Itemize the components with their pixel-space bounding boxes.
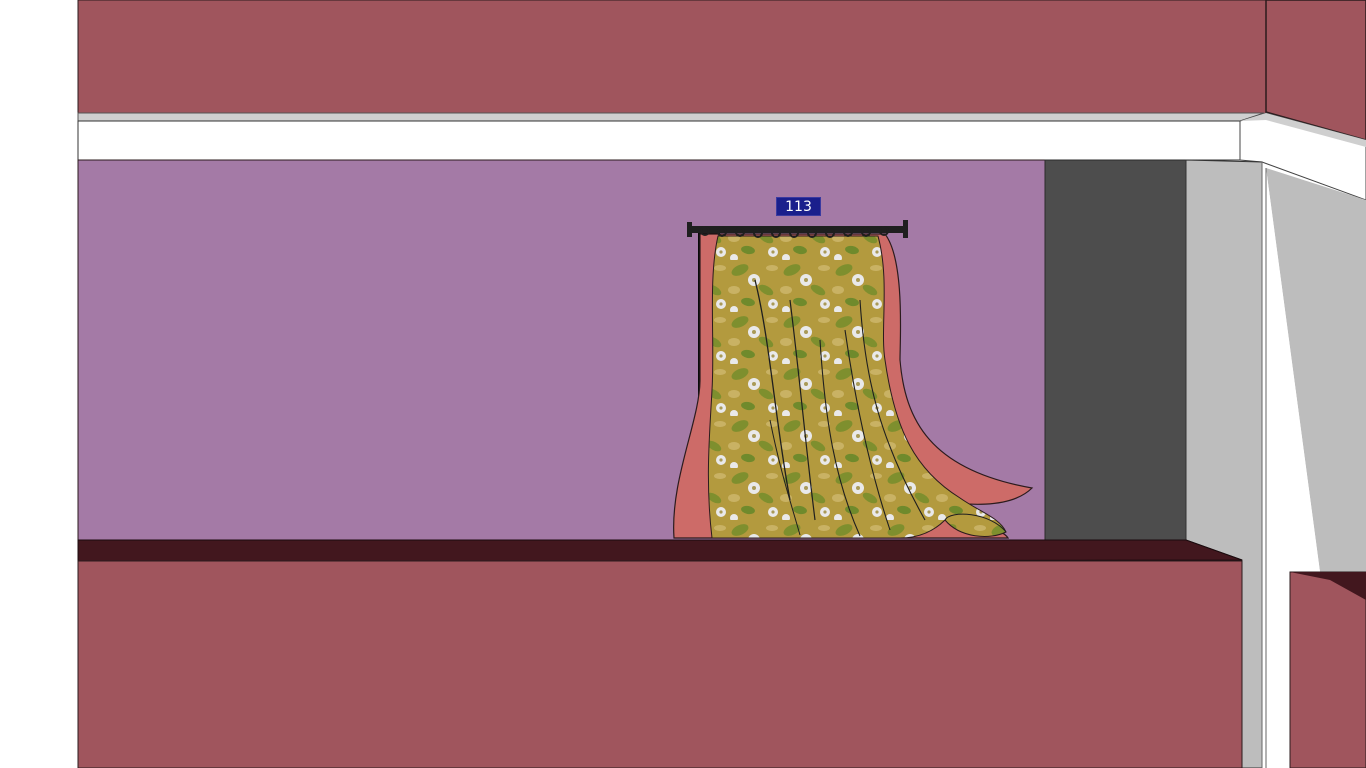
lower-right-wall bbox=[1289, 571, 1366, 768]
ceiling-trim bbox=[77, 120, 1241, 161]
upper-wall bbox=[77, 0, 1267, 115]
room-view bbox=[77, 0, 1366, 768]
ceiling-trim-shadow bbox=[77, 112, 1265, 122]
game-scene: 113 bbox=[0, 0, 1366, 768]
floor-ledge bbox=[77, 539, 1243, 563]
room-number-label[interactable]: 113 bbox=[776, 197, 821, 216]
doorway[interactable] bbox=[1044, 159, 1187, 541]
lower-wall bbox=[77, 560, 1243, 768]
